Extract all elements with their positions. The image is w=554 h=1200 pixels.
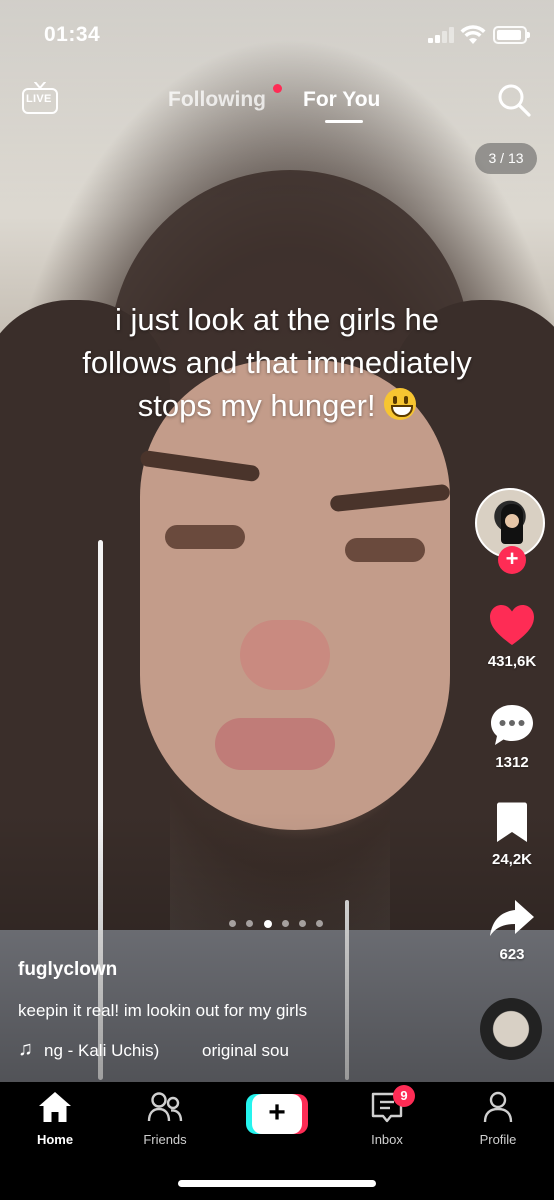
caption-line: stops my hunger! [137,388,376,423]
carousel-dot [282,920,289,927]
caption-line: follows and that immediately [82,345,472,380]
new-content-dot [273,84,282,93]
caption-line-3: stops my hunger! [20,384,534,427]
plus-icon: + [252,1094,302,1134]
creator-username[interactable]: fuglyclown [18,959,117,981]
tab-inbox-label: Inbox [371,1132,403,1147]
music-note-icon: ♫ [18,1038,33,1060]
save-count: 24,2K [491,851,533,868]
tab-profile-label: Profile [479,1132,517,1147]
tab-profile[interactable]: Profile [453,1090,543,1147]
save-button[interactable]: 24,2K [470,801,554,868]
carousel-dot [229,920,236,927]
like-count: 431,6K [487,653,537,670]
tab-following[interactable]: Following [168,88,266,112]
share-count: 623 [499,946,525,963]
home-indicator[interactable] [178,1180,376,1187]
inbox-badge: 9 [393,1085,415,1107]
tab-for-you[interactable]: For You [303,88,380,112]
tab-inbox[interactable]: Inbox [342,1090,432,1147]
carousel-dot [316,920,323,927]
bookmark-icon [497,802,527,842]
active-tab-indicator [325,120,363,123]
comment-icon [491,705,533,745]
carousel-dot [246,920,253,927]
wifi-icon [460,25,486,44]
follow-button[interactable]: + [498,546,526,574]
music-ticker[interactable]: ♫ ng - Kali Uchis) original sou [18,1038,308,1064]
avatar-face [505,514,519,528]
create-button[interactable]: + [246,1094,308,1134]
search-icon[interactable] [496,82,532,118]
home-icon [39,1092,71,1122]
comment-count: 1312 [495,754,529,771]
tab-friends-label: Friends [143,1132,187,1147]
caption-line: i just look at the girls he [115,302,439,337]
cellular-signal-icon [428,27,454,43]
photo-counter: 3 / 13 [475,143,537,174]
status-bar: 01:34 [0,0,554,70]
tab-home-label: Home [36,1132,74,1147]
post-description[interactable]: keepin it real! im lookin out for my gir… [18,1001,307,1021]
profile-icon [483,1091,513,1123]
like-button[interactable]: 431,6K [470,603,554,670]
music-disc-icon[interactable] [480,998,542,1060]
carousel-dot-active [264,919,272,928]
share-button[interactable]: 623 [470,898,554,963]
status-time: 01:34 [44,23,101,46]
feed-tabs: Following For You [0,84,554,124]
music-title-next: original sou [202,1041,289,1060]
photo-caption: i just look at the girls he follows and … [20,298,534,427]
friends-icon [147,1092,183,1122]
grinning-face-emoji [384,388,417,420]
battery-icon [493,26,530,44]
share-arrow-icon [490,900,534,936]
heart-icon [490,605,534,645]
carousel-dot [299,920,306,927]
comment-button[interactable]: 1312 [470,702,554,771]
tab-friends[interactable]: Friends [120,1090,210,1147]
music-title: ng - Kali Uchis) [44,1041,160,1060]
tab-home[interactable]: Home [10,1090,100,1147]
